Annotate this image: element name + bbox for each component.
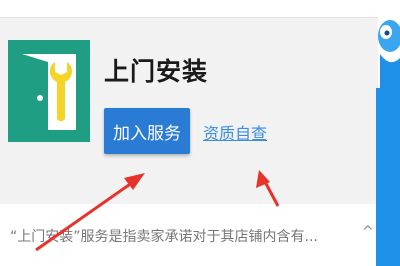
join-service-button[interactable]: 加入服务 (104, 108, 190, 154)
service-description: “上门安装”服务是指卖家承诺对于其店铺内含有... (10, 229, 318, 245)
door-wrench-icon (22, 54, 76, 132)
description-row: “上门安装”服务是指卖家承诺对于其店铺内含有... ^ (0, 204, 378, 266)
qualification-check-link[interactable]: 资质自查 (203, 120, 267, 144)
top-strip (0, 0, 378, 18)
service-title: 上门安装 (104, 57, 209, 86)
chevron-up-icon[interactable]: ^ (362, 224, 374, 240)
mascot-icon (378, 20, 400, 90)
side-blue-bar (376, 88, 400, 266)
service-logo (8, 40, 90, 142)
